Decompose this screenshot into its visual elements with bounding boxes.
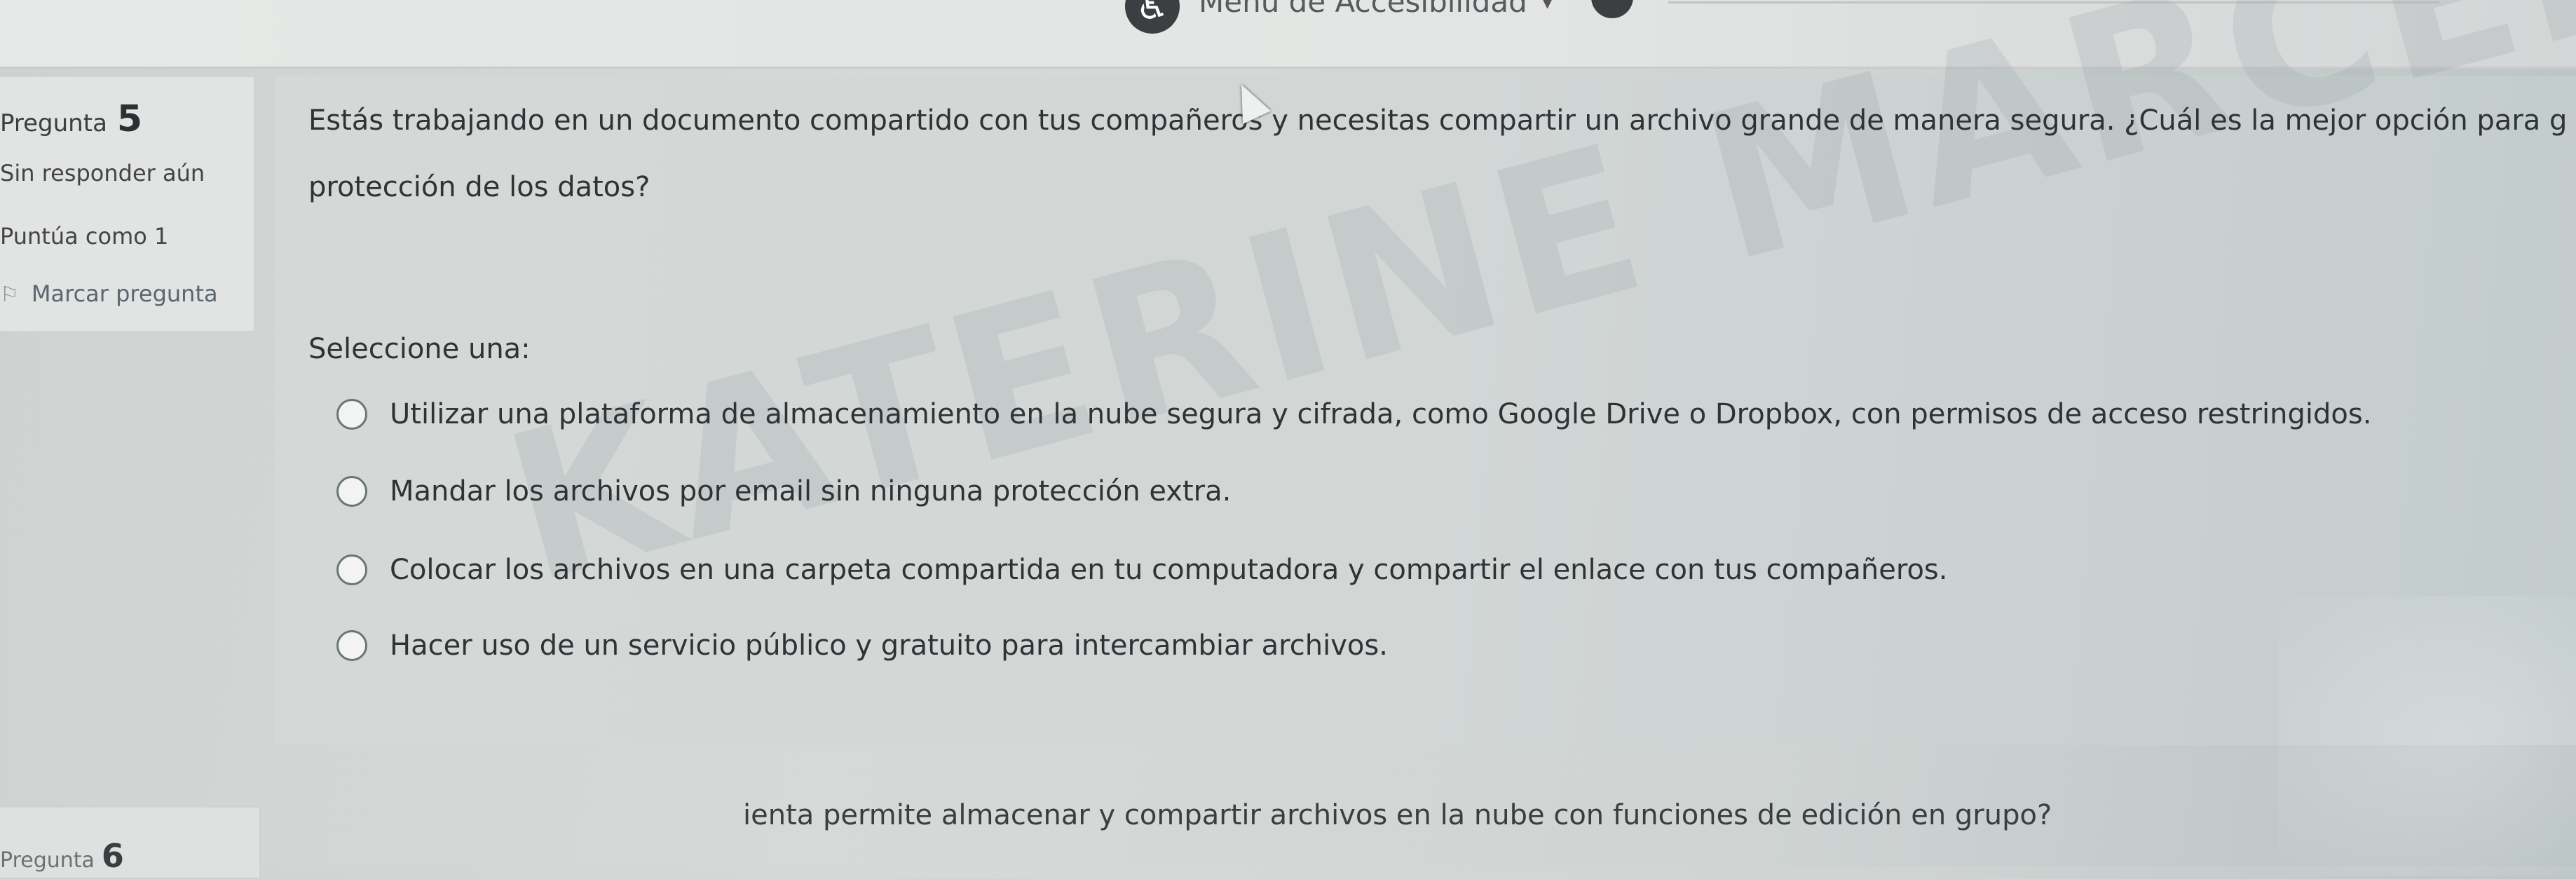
answer-option-label[interactable]: Hacer uso de un servicio público y gratu… [390,629,1388,662]
flag-question-label: Marcar pregunta [31,280,218,307]
question-label: Pregunta [0,848,95,873]
answer-option-3[interactable]: Colocar los archivos en una carpeta comp… [336,554,1947,586]
radio-button[interactable] [336,630,367,661]
radio-button[interactable] [336,554,367,585]
answer-option-label[interactable]: Colocar los archivos en una carpeta comp… [390,554,1947,586]
question-number-label: Pregunta 5 [0,98,142,140]
answer-option-1[interactable]: Utilizar una plataforma de almacenamient… [336,398,2371,430]
accessibility-icon[interactable]: ♿ [1125,0,1180,34]
question-text-line-2: protección de los datos? [308,171,650,203]
divider [1668,1,2439,4]
accessibility-menu-label[interactable]: Menú de Accesibilidad [1199,0,1527,19]
question-status: Sin responder aún [0,160,205,186]
question-score: Puntúa como 1 [0,223,169,250]
question-text-line-1: Estás trabajando en un documento compart… [308,104,2568,137]
question-info-panel: Pregunta 5 Sin responder aún Puntúa como … [0,76,255,332]
question-number: 5 [116,98,143,140]
next-question-info-panel: Pregunta 6 [0,806,261,879]
question-text: Estás trabajando en un documento compart… [308,88,2572,221]
question-number: 6 [101,837,124,875]
screen-glare [2278,596,2576,876]
answer-option-2[interactable]: Mandar los archivos por email sin ningun… [336,475,1231,507]
question-label: Pregunta [0,109,107,137]
flag-question-button[interactable]: ⚐ Marcar pregunta [0,280,218,307]
answer-option-label[interactable]: Utilizar una plataforma de almacenamient… [390,398,2371,430]
top-bar: ♿ Menú de Accesibilidad ▾ [0,0,2576,69]
chevron-down-icon[interactable]: ▾ [1542,0,1553,15]
answer-option-4[interactable]: Hacer uso de un servicio público y gratu… [336,629,1388,662]
user-avatar[interactable] [1591,0,1633,18]
next-question-text: ienta permite almacenar y compartir arch… [743,799,2052,831]
select-one-prompt: Seleccione una: [308,333,531,365]
question-number-label: Pregunta 6 [0,837,124,875]
radio-button[interactable] [336,476,367,507]
answer-option-label[interactable]: Mandar los archivos por email sin ningun… [390,475,1231,507]
flag-icon: ⚐ [0,282,19,307]
radio-button[interactable] [336,399,367,430]
